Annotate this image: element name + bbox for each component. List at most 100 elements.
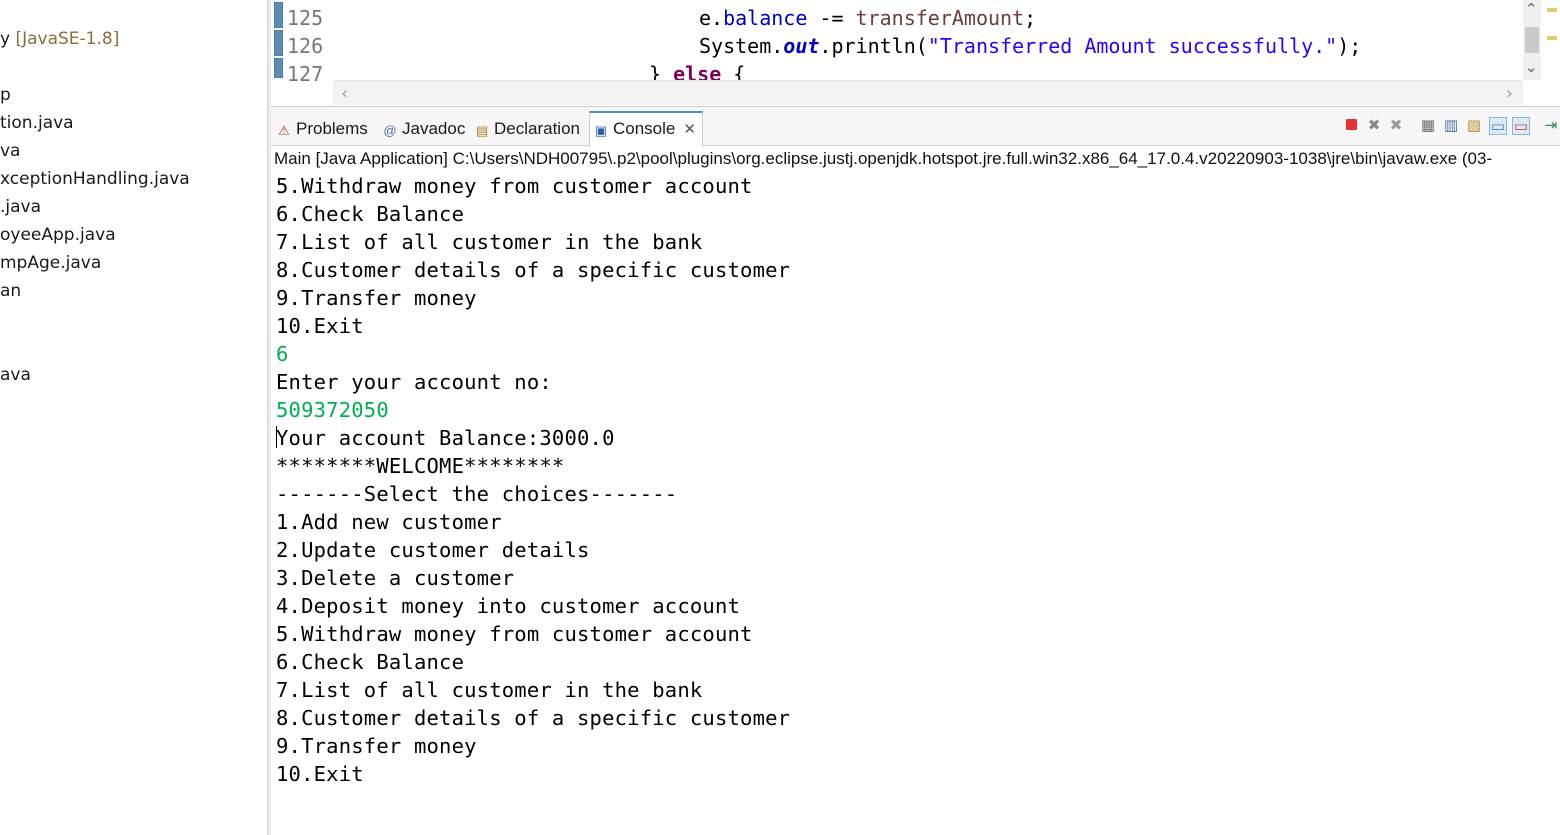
console-user-input: 6 [276, 342, 289, 366]
terminate-icon[interactable] [1346, 119, 1357, 130]
code-token: ); [1337, 34, 1362, 58]
change-marker [274, 30, 283, 56]
console-line: 1.Add new customer [276, 510, 502, 534]
tree-item[interactable]: p [0, 84, 11, 106]
tree-item-label: xceptionHandling.java [0, 169, 190, 189]
console-line: 9.Transfer money [276, 734, 477, 758]
tab-label: Declaration [494, 119, 580, 138]
tree-item[interactable]: xceptionHandling.java [0, 168, 190, 190]
console-icon: ▣ [594, 123, 608, 138]
tree-item-label: an [0, 281, 22, 301]
tree-item-project[interactable]: y [JavaSE-1.8] [0, 28, 119, 50]
remove-all-terminated-icon[interactable]: ✖ [1388, 117, 1404, 133]
problems-icon: ⚠ [278, 123, 290, 138]
console-line: 4.Deposit money into customer account [276, 594, 741, 618]
tab-console[interactable]: ▣ Console ✕ [589, 111, 703, 148]
annotation-ruler [271, 0, 285, 80]
tree-item-label: .java [0, 197, 42, 217]
console-line: 2.Update customer details [276, 538, 590, 562]
code-token: System. [699, 34, 784, 58]
code-token-static-field: out [783, 34, 820, 58]
show-on-stdout-icon[interactable]: ▭ [1489, 117, 1507, 135]
console-line: 9.Transfer money [276, 286, 477, 310]
console-output[interactable]: 5.Withdraw money from customer account 6… [276, 172, 1556, 832]
tree-item[interactable]: an [0, 280, 21, 302]
code-line-125[interactable]: e.balance -= transferAmount; [699, 4, 1036, 32]
tree-item-label: tion.java [0, 113, 74, 133]
tree-item[interactable]: mpAge.java [0, 252, 101, 274]
code-token-variable: transferAmount [855, 6, 1025, 30]
editor-vertical-scrollbar[interactable]: ⌃ ⌄ [1523, 0, 1541, 80]
clear-console-icon[interactable]: ▦ [1420, 117, 1436, 133]
scroll-right-icon[interactable]: › [1506, 83, 1513, 104]
console-line: 3.Delete a customer [276, 566, 515, 590]
tree-item-label: va [0, 141, 21, 161]
console-line: 10.Exit [276, 314, 364, 338]
console-line: Enter your account no: [276, 370, 552, 394]
editor-horizontal-scrollbar[interactable]: ‹ › [333, 80, 1523, 105]
process-label: Main [Java Application] C:\Users\NDH0079… [274, 149, 1493, 168]
code-token-field: balance [723, 6, 808, 30]
tree-item[interactable]: tion.java [0, 112, 74, 134]
java-editor[interactable]: 125 126 127 e.balance -= transferAmount;… [271, 0, 1560, 107]
change-marker [274, 58, 283, 78]
console-line: 6.Check Balance [276, 202, 465, 226]
word-wrap-icon[interactable]: ▧ [1466, 117, 1482, 133]
console-line-with-caret: Your account Balance:3000.0 [276, 424, 1556, 452]
tree-item[interactable]: oyeeApp.java [0, 224, 116, 246]
close-icon[interactable]: ✕ [683, 121, 696, 138]
console-line: 10.Exit [276, 762, 364, 786]
scrollbar-thumb[interactable] [1525, 27, 1539, 53]
console-line: 7.List of all customer in the bank [276, 230, 703, 254]
console-line: 6.Check Balance [276, 650, 465, 674]
console-user-input: 509372050 [276, 398, 389, 422]
javadoc-icon: @ [383, 123, 397, 138]
line-number: 126 [287, 34, 324, 58]
tree-item[interactable]: ava [0, 364, 31, 386]
code-token: -= [807, 6, 856, 30]
console-line: 5.Withdraw money from customer account [276, 174, 753, 198]
change-marker [274, 2, 283, 28]
remove-launch-icon[interactable]: ✖ [1366, 117, 1382, 133]
overview-marker[interactable] [1547, 8, 1557, 12]
tab-problems[interactable]: ⚠ Problems [273, 113, 368, 145]
overview-marker[interactable] [1547, 36, 1557, 40]
tree-item-jre-label: [JavaSE-1.8] [15, 29, 120, 49]
tree-item-label: oyeeApp.java [0, 225, 116, 245]
show-on-stderr-icon[interactable]: ▭ [1512, 117, 1530, 135]
tree-item-label: ava [0, 365, 31, 385]
package-explorer: y [JavaSE-1.8] p tion.java va xceptionHa… [0, 0, 268, 835]
console-line: 5.Withdraw money from customer account [276, 622, 753, 646]
code-token-string: "Transferred Amount successfully." [927, 34, 1338, 58]
tab-javadoc[interactable]: @ Javadoc [379, 113, 465, 145]
console-line-text: Your account Balance:3000.0 [276, 426, 615, 450]
tab-label: Javadoc [402, 119, 466, 138]
tree-item-label: p [0, 85, 11, 105]
code-line-126[interactable]: System.out.println("Transferred Amount s… [699, 32, 1361, 60]
scroll-up-icon[interactable]: ⌃ [1525, 0, 1538, 18]
console-line: -------Select the choices------- [276, 482, 678, 506]
line-number: 127 [287, 62, 324, 86]
tree-item-label: y [0, 29, 16, 49]
scroll-down-icon[interactable]: ⌄ [1525, 58, 1538, 76]
tree-item[interactable]: va [0, 140, 20, 162]
code-token: .println( [819, 34, 928, 58]
view-tab-bar: ⚠ Problems @ Javadoc ▤ Declaration ▣ Console… [271, 107, 1560, 148]
console-line: ********WELCOME******** [276, 454, 565, 478]
scroll-lock-icon[interactable]: ▥ [1443, 117, 1459, 133]
console-line: 8.Customer details of a specific custome… [276, 258, 791, 282]
console-line: 7.List of all customer in the bank [276, 678, 703, 702]
line-number: 125 [287, 6, 324, 30]
console-line: 8.Customer details of a specific custome… [276, 706, 791, 730]
tab-label: Problems [296, 119, 368, 138]
code-token: e. [699, 6, 724, 30]
overview-ruler [1543, 0, 1560, 80]
pin-console-icon[interactable]: ⇥ [1543, 117, 1559, 133]
scroll-left-icon[interactable]: ‹ [341, 83, 348, 104]
declaration-icon: ▤ [475, 123, 489, 138]
code-token: ; [1024, 6, 1037, 30]
tree-item-label: mpAge.java [0, 253, 102, 273]
tab-label: Console [613, 119, 676, 138]
tree-item[interactable]: .java [0, 196, 41, 218]
tab-declaration[interactable]: ▤ Declaration [471, 113, 580, 145]
